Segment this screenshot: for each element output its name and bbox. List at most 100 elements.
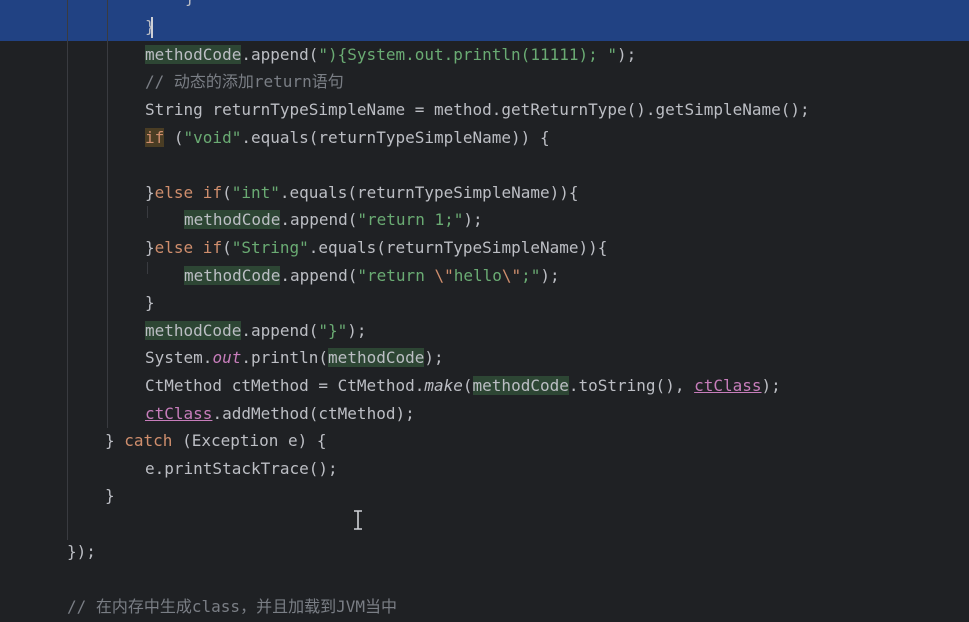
code-token: "int" [231, 183, 280, 202]
code-token: ); [347, 321, 367, 340]
code-line-content: e.printStackTrace(); [145, 455, 338, 482]
code-token: .append( [280, 210, 358, 229]
code-token: methodCode [184, 266, 281, 285]
code-line-content: methodCode.append("){System.out.println(… [145, 41, 636, 68]
code-token: ); [617, 45, 637, 64]
code-token: .toString(), [568, 376, 695, 395]
code-token: } [145, 293, 155, 312]
code-token: } [105, 431, 125, 450]
code-line[interactable]: } catch (Exception e) { [0, 427, 969, 454]
code-token: .equals(returnTypeSimpleName)){ [279, 183, 579, 202]
code-token: "){System.out.println(11111); " [318, 45, 618, 64]
code-token: "void" [183, 128, 242, 147]
code-token: } [145, 238, 155, 257]
code-line-content: CtMethod ctMethod = CtMethod.make(method… [145, 372, 781, 399]
code-token: ( [222, 238, 232, 257]
code-token: ); [761, 376, 781, 395]
code-line[interactable]: } [0, 13, 969, 40]
code-token: methodCode [145, 45, 242, 64]
code-line[interactable]: System.out.println(methodCode); [0, 344, 969, 371]
code-token: else if [154, 238, 223, 257]
code-line[interactable]: methodCode.append("){System.out.println(… [0, 41, 969, 68]
code-line[interactable]: CtMethod ctMethod = CtMethod.make(method… [0, 372, 969, 399]
code-line-content: // 动态的添加return语句 [145, 68, 344, 95]
code-token: methodCode [145, 321, 242, 340]
code-token: }); [67, 542, 96, 561]
code-token: out [212, 348, 242, 367]
code-line-content: if ("void".equals(returnTypeSimpleName))… [145, 124, 550, 151]
code-token: } [185, 0, 195, 7]
code-token: .append( [280, 266, 358, 285]
code-token: ); [463, 210, 483, 229]
code-line-content: methodCode.append("}"); [145, 317, 367, 344]
code-line-content: }else if("int".equals(returnTypeSimpleNa… [145, 179, 579, 206]
code-token: String returnTypeSimpleName = method.get… [145, 100, 810, 119]
code-token: hello [453, 266, 502, 285]
code-token: System. [145, 348, 213, 367]
code-token: ); [540, 266, 560, 285]
code-token: if [145, 128, 165, 147]
code-line[interactable]: }); [0, 538, 969, 565]
code-line[interactable]: methodCode.append("return \"hello\";"); [0, 262, 969, 289]
code-line-content: } [105, 482, 115, 509]
code-line-content: } [145, 13, 155, 40]
code-line-content: } catch (Exception e) { [105, 427, 327, 454]
code-token: .append( [241, 321, 319, 340]
code-line[interactable]: // 动态的添加return语句 [0, 68, 969, 95]
code-line[interactable]: }else if("int".equals(returnTypeSimpleNa… [0, 179, 969, 206]
code-line-content: } [145, 289, 155, 316]
ibeam-cursor-icon [354, 510, 362, 530]
code-line[interactable]: String returnTypeSimpleName = method.get… [0, 96, 969, 123]
code-token: make [424, 376, 463, 395]
code-token: methodCode [184, 210, 281, 229]
code-line[interactable]: } [0, 289, 969, 316]
code-token: ( [462, 376, 473, 395]
code-token: "return [357, 266, 435, 285]
code-token: ( [164, 128, 184, 147]
code-line[interactable]: } [0, 0, 969, 11]
code-token: CtMethod ctMethod = CtMethod. [145, 376, 425, 395]
code-line[interactable]: methodCode.append("}"); [0, 317, 969, 344]
code-token: methodCode [328, 348, 425, 367]
code-token: } [145, 17, 155, 36]
code-line[interactable] [0, 565, 969, 592]
code-token: "return 1;" [357, 210, 464, 229]
code-token: } [105, 486, 115, 505]
code-line-content: System.out.println(methodCode); [145, 344, 444, 371]
code-line[interactable]: } [0, 482, 969, 509]
code-token: (Exception e) { [172, 431, 327, 450]
code-line-content: }else if("String".equals(returnTypeSimpl… [145, 234, 607, 261]
code-token: "String" [231, 238, 309, 257]
code-line-content: // 在内存中生成class，并且加载到JVM当中 [67, 593, 397, 620]
code-line-content: ctClass.addMethod(ctMethod); [145, 400, 415, 427]
code-line-content: methodCode.append("return 1;"); [184, 206, 483, 233]
code-token: ); [424, 348, 444, 367]
code-line-content: methodCode.append("return \"hello\";"); [184, 262, 560, 289]
code-line[interactable]: }else if("String".equals(returnTypeSimpl… [0, 234, 969, 261]
code-token: else if [154, 183, 223, 202]
code-line[interactable] [0, 151, 969, 178]
code-token: catch [124, 431, 173, 450]
code-line-content: String returnTypeSimpleName = method.get… [145, 96, 810, 123]
code-token: .equals(returnTypeSimpleName)) { [241, 128, 550, 147]
code-token: .append( [241, 45, 319, 64]
code-line[interactable] [0, 510, 969, 537]
code-line[interactable]: if ("void".equals(returnTypeSimpleName))… [0, 124, 969, 151]
code-token: ctClass [145, 404, 213, 423]
code-token: e.printStackTrace(); [145, 459, 338, 478]
code-token: \" [501, 266, 522, 285]
code-line-content: } [185, 0, 195, 11]
code-line[interactable]: ctClass.addMethod(ctMethod); [0, 400, 969, 427]
code-editor[interactable]: }}methodCode.append("){System.out.printl… [0, 0, 969, 622]
code-token: } [145, 183, 155, 202]
code-line[interactable]: // 在内存中生成class，并且加载到JVM当中 [0, 593, 969, 620]
code-token: .addMethod(ctMethod); [212, 404, 415, 423]
code-token: ctClass [694, 376, 762, 395]
code-token: ;" [521, 266, 541, 285]
code-token: .equals(returnTypeSimpleName)){ [308, 238, 608, 257]
code-token: \" [434, 266, 454, 285]
code-line[interactable]: e.printStackTrace(); [0, 455, 969, 482]
code-line[interactable]: methodCode.append("return 1;"); [0, 206, 969, 233]
code-token: ( [222, 183, 232, 202]
code-token: methodCode [472, 376, 569, 395]
